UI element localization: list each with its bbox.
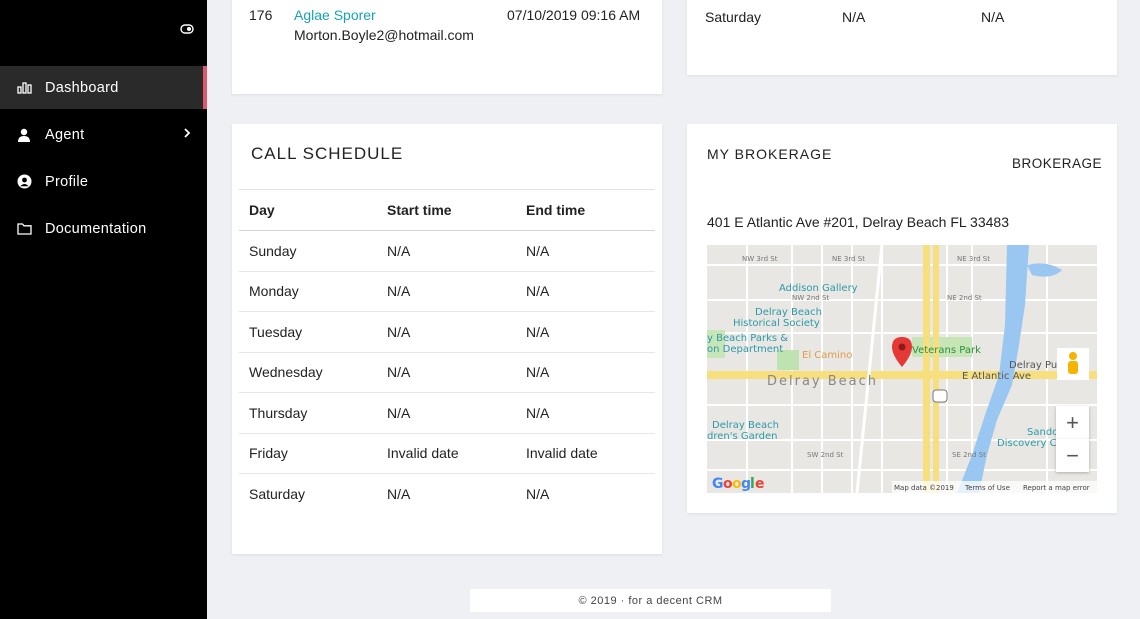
- day-cell: Saturday: [705, 9, 762, 25]
- sidebar-item-documentation[interactable]: Documentation: [0, 207, 207, 250]
- svg-text:NE 3rd St: NE 3rd St: [832, 255, 865, 263]
- zoom-in-button[interactable]: +: [1056, 406, 1089, 439]
- toggle-icon[interactable]: [180, 23, 194, 35]
- table-header-row: Day Start time End time: [239, 189, 655, 231]
- table-row: Friday Invalid date Invalid date: [239, 433, 655, 474]
- lead-datetime: 07/10/2019 09:16 AM: [507, 7, 641, 23]
- svg-text:Delray Beach: Delray Beach: [767, 374, 878, 389]
- sidebar-item-label: Dashboard: [45, 79, 119, 96]
- column-header: End time: [516, 189, 655, 231]
- start-time-cell: N/A: [377, 271, 516, 312]
- call-schedule-card: CALL SCHEDULE Day Start time End time Su…: [232, 124, 662, 554]
- brokerage-address: 401 E Atlantic Ave #201, Delray Beach FL…: [707, 214, 1009, 230]
- column-header: Start time: [377, 189, 516, 231]
- svg-text:El Camino: El Camino: [802, 350, 852, 361]
- svg-text:E Atlantic Ave: E Atlantic Ave: [962, 371, 1031, 382]
- svg-text:Addison Gallery: Addison Gallery: [779, 283, 858, 294]
- day-cell: Monday: [239, 271, 377, 312]
- start-time-cell: N/A: [377, 230, 516, 272]
- end-time-cell: N/A: [516, 311, 655, 353]
- svg-text:Delray Beach: Delray Beach: [712, 420, 779, 431]
- svg-text:Delray Beach: Delray Beach: [755, 307, 822, 318]
- end-time-cell: N/A: [981, 9, 1005, 25]
- folder-icon: [16, 221, 32, 237]
- footer: © 2019 · for a decent CRM: [470, 589, 831, 612]
- brokerage-name: BROKERAGE: [1011, 156, 1102, 171]
- table-row: Saturday N/A N/A: [239, 474, 655, 515]
- sidebar-item-agent[interactable]: Agent: [0, 113, 207, 156]
- end-time-cell: Invalid date: [516, 433, 655, 474]
- call-schedule-table: Day Start time End time Sunday N/A N/A M…: [239, 189, 655, 514]
- sidebar-item-label: Agent: [45, 126, 85, 143]
- sidebar: Dashboard Agent Profile Documentation: [0, 0, 207, 619]
- day-cell: Thursday: [239, 392, 377, 434]
- brokerage-card: MY BROKERAGE BROKERAGE 401 E Atlantic Av…: [687, 124, 1117, 513]
- svg-text:Sando: Sando: [1027, 427, 1058, 438]
- map-canvas[interactable]: NW 3rd St NE 3rd St NE 3rd St NW 2nd St NE …: [707, 245, 1097, 493]
- card-title: CALL SCHEDULE: [251, 144, 404, 163]
- svg-text:Historical Society: Historical Society: [733, 318, 820, 329]
- svg-text:SW 2nd St: SW 2nd St: [807, 451, 844, 459]
- svg-text:Veterans Park: Veterans Park: [912, 345, 981, 356]
- chevron-right-icon: [184, 128, 191, 138]
- svg-text:SE 2nd St: SE 2nd St: [952, 451, 986, 459]
- table-row: Monday N/A N/A: [239, 271, 655, 312]
- lead-id: 176: [249, 7, 273, 23]
- end-time-cell: N/A: [516, 352, 655, 393]
- table-row: Sunday N/A N/A: [239, 230, 655, 272]
- user-circle-icon: [16, 174, 32, 190]
- svg-text:NE 2nd St: NE 2nd St: [947, 294, 982, 302]
- start-time-cell: N/A: [842, 9, 866, 25]
- end-time-cell: N/A: [516, 392, 655, 434]
- lead-card: 176 Aglae Sporer Morton.Boyle2@hotmail.c…: [232, 0, 662, 94]
- day-cell: Sunday: [239, 230, 377, 272]
- svg-text:NW 2nd St: NW 2nd St: [792, 294, 829, 302]
- end-time-cell: N/A: [526, 486, 550, 502]
- day-cell: Saturday: [249, 486, 306, 502]
- svg-text:e: e: [755, 476, 765, 492]
- bar-chart-icon: [16, 80, 32, 96]
- table-row: Tuesday N/A N/A: [239, 311, 655, 353]
- sidebar-item-label: Documentation: [45, 220, 147, 237]
- zoom-out-button[interactable]: −: [1056, 439, 1089, 472]
- svg-text:NW 3rd St: NW 3rd St: [742, 255, 778, 263]
- day-cell: Wednesday: [239, 352, 377, 393]
- map-widget[interactable]: NW 3rd St NE 3rd St NE 3rd St NW 2nd St NE …: [707, 245, 1097, 493]
- start-time-cell: N/A: [387, 486, 411, 502]
- sidebar-item-label: Profile: [45, 173, 89, 190]
- lead-name-link[interactable]: Aglae Sporer: [294, 7, 376, 23]
- schedule-summary-card: Saturday N/A N/A: [687, 0, 1117, 75]
- report-error-link: Report a map error: [1023, 484, 1090, 492]
- start-time-cell: N/A: [377, 352, 516, 393]
- day-cell: Tuesday: [239, 311, 377, 353]
- svg-text:NE 3rd St: NE 3rd St: [957, 255, 990, 263]
- start-time-cell: Invalid date: [377, 433, 516, 474]
- end-time-cell: N/A: [516, 271, 655, 312]
- sidebar-item-profile[interactable]: Profile: [0, 160, 207, 203]
- sidebar-item-dashboard[interactable]: Dashboard: [0, 66, 207, 109]
- end-time-cell: N/A: [516, 230, 655, 272]
- svg-text:dren's Garden: dren's Garden: [707, 431, 778, 442]
- column-header: Day: [239, 189, 377, 231]
- table-row: Thursday N/A N/A: [239, 392, 655, 434]
- start-time-cell: N/A: [377, 311, 516, 353]
- card-title: MY BROKERAGE: [707, 146, 833, 162]
- svg-text:Delray Pub: Delray Pub: [1009, 360, 1064, 371]
- day-cell: Friday: [239, 433, 377, 474]
- lead-email: Morton.Boyle2@hotmail.com: [294, 27, 474, 43]
- svg-text:y Beach Parks &: y Beach Parks &: [707, 333, 788, 344]
- user-icon: [16, 127, 32, 143]
- svg-text:on Department: on Department: [707, 344, 783, 355]
- table-row: Wednesday N/A N/A: [239, 352, 655, 393]
- terms-link: Terms of Use: [964, 484, 1010, 492]
- start-time-cell: N/A: [377, 392, 516, 434]
- map-data-text: Map data ©2019: [894, 484, 954, 492]
- svg-text:G: G: [712, 476, 724, 492]
